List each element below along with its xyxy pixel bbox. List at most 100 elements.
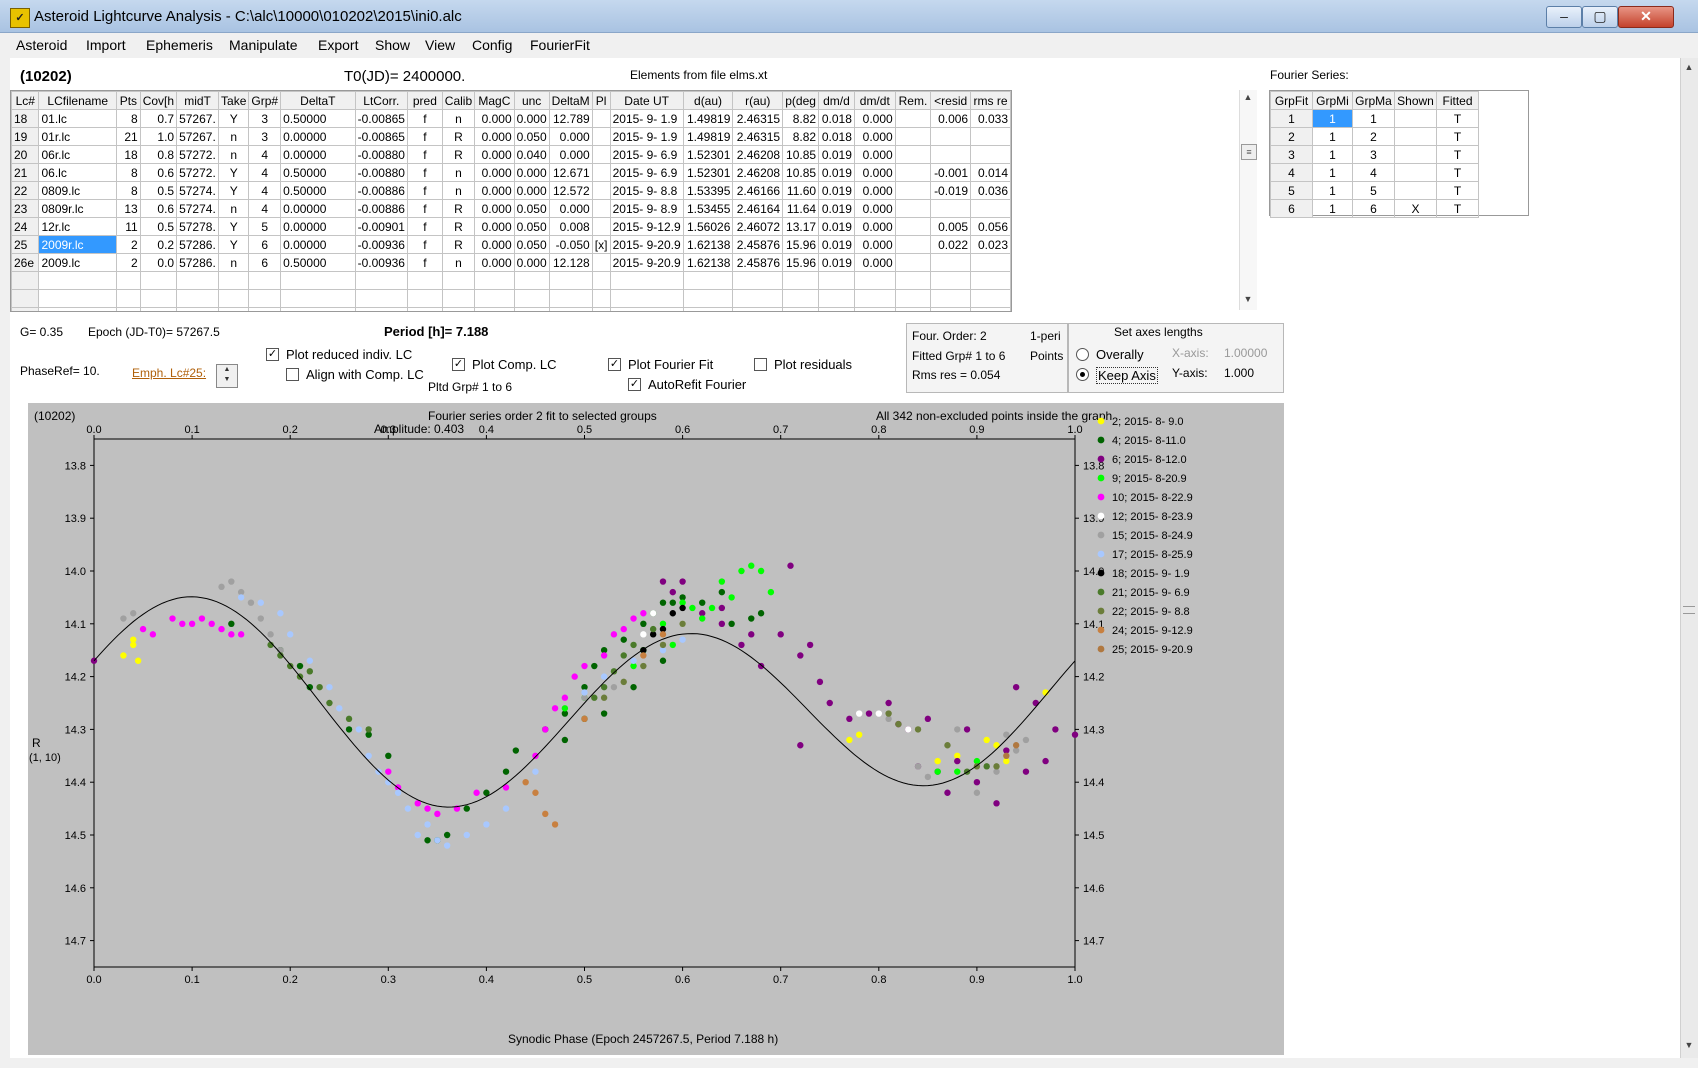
table-cell[interactable] bbox=[591, 307, 611, 311]
table-row[interactable]: 414 T bbox=[1270, 163, 1479, 182]
plot-comp-checkbox[interactable]: ✓ bbox=[452, 358, 465, 371]
menu-export[interactable]: Export bbox=[318, 37, 358, 53]
table-cell[interactable] bbox=[782, 289, 820, 308]
row-number-cell[interactable] bbox=[11, 289, 40, 308]
table-cell[interactable]: 06.lc bbox=[38, 163, 118, 182]
menu-show[interactable]: Show bbox=[375, 37, 410, 53]
emph-lc-link[interactable]: Emph. Lc#25: bbox=[132, 366, 206, 380]
table-cell[interactable]: 1 bbox=[1312, 163, 1353, 182]
table-cell[interactable] bbox=[970, 199, 1011, 218]
table-cell[interactable]: 1.62138 bbox=[682, 235, 734, 254]
table-cell[interactable]: 13.17 bbox=[782, 217, 820, 236]
table-cell[interactable]: 0.000 bbox=[474, 109, 515, 128]
scroll-down-icon[interactable]: ▼ bbox=[1683, 1040, 1695, 1054]
table-cell[interactable]: Y bbox=[218, 181, 250, 200]
lc-col-header[interactable]: DeltaM bbox=[548, 91, 593, 110]
table-cell[interactable]: n bbox=[218, 145, 250, 164]
table-cell[interactable]: 0.000 bbox=[853, 145, 896, 164]
table-cell[interactable]: 0.022 bbox=[930, 235, 972, 254]
table-cell[interactable] bbox=[591, 163, 611, 182]
table-cell[interactable] bbox=[38, 307, 118, 311]
table-cell[interactable]: n bbox=[218, 199, 250, 218]
scroll-thumb[interactable] bbox=[1683, 606, 1695, 614]
table-cell[interactable] bbox=[176, 271, 220, 290]
table-scroll-grip-icon[interactable]: ≡ bbox=[1241, 144, 1257, 160]
table-row[interactable]: 22 0809.lc 8 0.5 57274. Y 4 0.50000 -0.00886 f n 0.… bbox=[11, 181, 1011, 200]
table-cell[interactable]: 57286. bbox=[176, 235, 220, 254]
lightcurve-plot[interactable]: (10202) Fourier series order 2 fit to se… bbox=[28, 403, 1284, 1055]
table-cell[interactable] bbox=[591, 127, 611, 146]
table-cell[interactable]: 0.00000 bbox=[280, 217, 356, 236]
table-cell[interactable] bbox=[894, 109, 932, 128]
table-cell[interactable]: 0.000 bbox=[853, 181, 896, 200]
table-cell[interactable]: 2 bbox=[1352, 127, 1395, 146]
plot-reduced-checkbox[interactable]: ✓ bbox=[266, 348, 279, 361]
lc-col-header[interactable]: Rem. bbox=[894, 91, 932, 110]
table-cell[interactable]: f bbox=[406, 217, 443, 236]
table-row[interactable]: 25 2009r.lc 2 0.2 57286. Y 6 0.00000 -0.00936 f R 0… bbox=[11, 235, 1011, 254]
table-cell[interactable]: 0.014 bbox=[970, 163, 1011, 182]
table-cell[interactable]: 0.00000 bbox=[280, 127, 356, 146]
table-cell[interactable] bbox=[609, 289, 684, 308]
table-cell[interactable]: 8.82 bbox=[782, 109, 820, 128]
table-cell[interactable]: n bbox=[218, 127, 250, 146]
table-cell[interactable]: 0.00000 bbox=[280, 145, 356, 164]
menu-view[interactable]: View bbox=[425, 37, 455, 53]
table-cell[interactable] bbox=[248, 289, 282, 308]
align-comp-checkbox[interactable] bbox=[286, 368, 299, 381]
table-cell[interactable]: 0.050 bbox=[513, 217, 550, 236]
table-cell[interactable]: 4 bbox=[248, 145, 282, 164]
table-cell[interactable] bbox=[176, 307, 220, 311]
autorefit-checkbox[interactable]: ✓ bbox=[628, 378, 641, 391]
table-cell[interactable]: 8.82 bbox=[782, 127, 820, 146]
table-cell[interactable]: -0.019 bbox=[930, 181, 972, 200]
table-cell[interactable] bbox=[1394, 145, 1437, 164]
table-cell[interactable]: 6 bbox=[1352, 199, 1395, 218]
table-cell[interactable]: 12.789 bbox=[548, 109, 593, 128]
table-cell[interactable] bbox=[591, 181, 611, 200]
table-cell[interactable] bbox=[853, 289, 896, 308]
spin-up-icon[interactable]: ▲ bbox=[217, 365, 237, 375]
table-cell[interactable] bbox=[406, 307, 443, 311]
table-cell[interactable]: 0.036 bbox=[970, 181, 1011, 200]
menu-fourierfit[interactable]: FourierFit bbox=[530, 37, 590, 53]
table-cell[interactable] bbox=[930, 199, 972, 218]
table-cell[interactable]: -0.00865 bbox=[354, 109, 408, 128]
overally-radio[interactable] bbox=[1076, 348, 1089, 361]
table-cell[interactable] bbox=[591, 199, 611, 218]
table-cell[interactable] bbox=[970, 253, 1011, 272]
table-cell[interactable]: 2009r.lc bbox=[38, 235, 118, 254]
table-cell[interactable]: 0.019 bbox=[818, 199, 855, 218]
table-cell[interactable] bbox=[548, 307, 593, 311]
table-row[interactable] bbox=[11, 289, 1011, 308]
maximize-icon[interactable]: ▢ bbox=[1582, 6, 1618, 28]
table-row[interactable]: 24 12r.lc 11 0.5 57278. Y 5 0.00000 -0.00901 f R 0.… bbox=[11, 217, 1011, 236]
table-cell[interactable]: 2.45876 bbox=[732, 235, 784, 254]
table-cell[interactable]: f bbox=[406, 109, 443, 128]
lc-col-header[interactable]: Grp# bbox=[248, 91, 282, 110]
table-cell[interactable]: 0.019 bbox=[818, 181, 855, 200]
lc-col-header[interactable]: Calib bbox=[441, 91, 476, 110]
menu-import[interactable]: Import bbox=[86, 37, 126, 53]
row-number-cell[interactable] bbox=[11, 307, 40, 311]
fourier-col-header[interactable]: Shown bbox=[1394, 91, 1437, 110]
table-cell[interactable]: 0.000 bbox=[513, 163, 550, 182]
table-cell[interactable] bbox=[354, 289, 408, 308]
table-cell[interactable]: -0.00886 bbox=[354, 199, 408, 218]
row-number-cell[interactable]: 18 bbox=[11, 109, 40, 128]
table-cell[interactable]: -0.00880 bbox=[354, 145, 408, 164]
row-number-cell[interactable]: 20 bbox=[11, 145, 40, 164]
close-icon[interactable]: ✕ bbox=[1618, 6, 1674, 28]
table-cell[interactable]: 57286. bbox=[176, 253, 220, 272]
table-cell[interactable]: -0.00901 bbox=[354, 217, 408, 236]
table-cell[interactable] bbox=[894, 235, 932, 254]
table-cell[interactable] bbox=[1394, 109, 1437, 128]
fourier-col-header[interactable]: GrpMi bbox=[1312, 91, 1353, 110]
table-cell[interactable] bbox=[682, 307, 734, 311]
table-cell[interactable] bbox=[280, 271, 356, 290]
table-cell[interactable]: -0.00936 bbox=[354, 253, 408, 272]
table-cell[interactable] bbox=[894, 181, 932, 200]
table-cell[interactable]: 2.45876 bbox=[732, 253, 784, 272]
table-cell[interactable]: 8 bbox=[116, 163, 141, 182]
table-cell[interactable] bbox=[930, 127, 972, 146]
